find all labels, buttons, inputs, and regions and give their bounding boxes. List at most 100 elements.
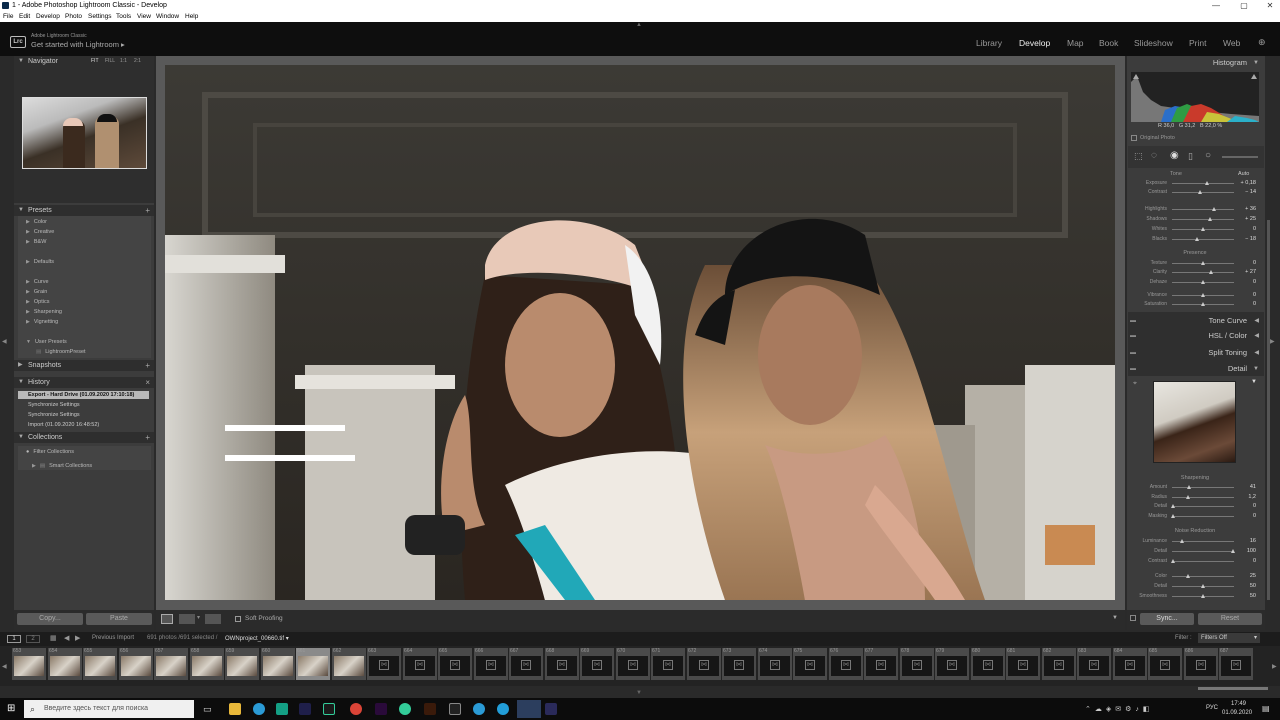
- toolbar-menu-icon[interactable]: ▼: [1112, 615, 1118, 621]
- filmstrip-cell[interactable]: 665 ⋈: [438, 648, 472, 680]
- slider-value[interactable]: 0: [1234, 301, 1256, 307]
- filter-select[interactable]: Filters Off ▾: [1198, 633, 1260, 643]
- slider-value[interactable]: 41: [1234, 484, 1256, 490]
- chrome-icon[interactable]: [350, 703, 362, 715]
- zoom-2-1[interactable]: 2:1: [134, 56, 141, 67]
- slider-track[interactable]: [1172, 272, 1234, 273]
- filmstrip-cell[interactable]: 673 ⋈: [722, 648, 756, 680]
- preset-group-bw[interactable]: ▶ B&W: [26, 239, 46, 245]
- edge-icon[interactable]: [253, 703, 265, 715]
- slider-value[interactable]: 0: [1234, 260, 1256, 266]
- tone-curve-header[interactable]: ▬ Tone Curve ◀: [1130, 315, 1263, 327]
- filmstrip-cell[interactable]: 676 ⋈: [829, 648, 863, 680]
- history-item[interactable]: Import (01.09.2020 16:48:52): [18, 421, 149, 429]
- main-photo[interactable]: [165, 65, 1115, 600]
- menu-edit[interactable]: Edit: [19, 11, 30, 22]
- notifications-icon[interactable]: ▤: [1262, 704, 1270, 713]
- split-toning-header[interactable]: ▬ Split Toning ◀: [1130, 347, 1263, 359]
- slider-knob[interactable]: [1171, 504, 1175, 508]
- dropdown-arrow-icon[interactable]: ▾: [197, 614, 200, 621]
- reset-button[interactable]: Reset: [1198, 613, 1262, 625]
- sync-toggle[interactable]: [1130, 615, 1136, 621]
- slider-track[interactable]: [1172, 561, 1234, 562]
- slider-value[interactable]: + 25: [1234, 216, 1256, 222]
- original-photo-checkbox[interactable]: [1131, 135, 1137, 141]
- clock-time[interactable]: 17:49: [1231, 701, 1246, 707]
- filmstrip-cell[interactable]: 663 ⋈: [367, 648, 401, 680]
- minimize-button[interactable]: —: [1208, 0, 1224, 11]
- close-button[interactable]: ✕: [1262, 0, 1278, 11]
- help-icon[interactable]: ⊕: [1258, 37, 1266, 48]
- filmstrip-cell[interactable]: 668 ⋈: [545, 648, 579, 680]
- slider-track[interactable]: [1172, 515, 1234, 517]
- filmstrip-cell[interactable]: 664 ⋈: [403, 648, 437, 680]
- slider-knob[interactable]: [1187, 485, 1191, 489]
- slider-knob[interactable]: [1198, 190, 1202, 194]
- zoom-fill[interactable]: FILL: [105, 56, 115, 67]
- hsl-color-header[interactable]: ▬ HSL / Color ◀: [1130, 330, 1263, 342]
- slider-knob[interactable]: [1201, 280, 1205, 284]
- slider-knob[interactable]: [1201, 261, 1205, 265]
- filmstrip-cell[interactable]: 670 ⋈: [616, 648, 650, 680]
- filmstrip-cell[interactable]: 672 ⋈: [687, 648, 721, 680]
- source-label[interactable]: Previous Import: [92, 635, 134, 641]
- slider-knob[interactable]: [1212, 207, 1216, 211]
- tray-icons[interactable]: ⌃☁◈✉⚙♪◧: [1085, 705, 1154, 713]
- app-icon-3[interactable]: [276, 703, 288, 715]
- windows-start-icon[interactable]: ⊞: [7, 703, 15, 714]
- module-map[interactable]: Map: [1067, 38, 1084, 48]
- slider-knob[interactable]: [1209, 270, 1213, 274]
- slider-knob[interactable]: [1195, 237, 1199, 241]
- lightroom-taskbar-icon[interactable]: [517, 700, 541, 718]
- app-icon-14[interactable]: [545, 703, 557, 715]
- slider-track[interactable]: [1172, 239, 1234, 240]
- sync-button[interactable]: Sync...: [1140, 613, 1194, 625]
- filmstrip-cell[interactable]: 680 ⋈: [971, 648, 1005, 680]
- filmstrip-cell[interactable]: 669 ⋈: [580, 648, 614, 680]
- filmstrip-cell[interactable]: 682 ⋈: [1042, 648, 1076, 680]
- filmstrip-cell[interactable]: 662: [332, 648, 366, 680]
- shadow-clipping-icon[interactable]: [1133, 74, 1139, 79]
- detail-preview-toggle-icon[interactable]: ▼: [1251, 379, 1257, 385]
- slider-value[interactable]: 50: [1234, 583, 1256, 589]
- slider-knob[interactable]: [1201, 293, 1205, 297]
- slider-knob[interactable]: [1186, 574, 1190, 578]
- preset-group-defaults[interactable]: ▶ Defaults: [26, 259, 54, 265]
- slider-knob[interactable]: [1208, 217, 1212, 221]
- loupe-view-icon[interactable]: [161, 614, 173, 624]
- get-started-link[interactable]: Get started with Lightroom ▸: [31, 40, 125, 49]
- filmstrip-cell[interactable]: 653: [12, 648, 46, 680]
- navigator-header[interactable]: ▼ Navigator FIT FILL 1:1 2:1: [14, 56, 154, 67]
- collapse-bottom-icon[interactable]: ▼: [636, 690, 642, 696]
- slider-track[interactable]: [1172, 183, 1234, 184]
- red-eye-icon[interactable]: ◉: [1170, 150, 1179, 161]
- maximize-button[interactable]: ▢: [1236, 0, 1252, 11]
- menu-window[interactable]: Window: [156, 11, 179, 22]
- filmstrip-cell[interactable]: 684 ⋈: [1113, 648, 1147, 680]
- preset-group-user[interactable]: ▼ User Presets: [26, 339, 67, 345]
- copy-button[interactable]: Copy...: [17, 613, 83, 625]
- filter-collections[interactable]: ● Filter Collections: [26, 449, 74, 455]
- slider-track[interactable]: [1172, 506, 1234, 507]
- history-header[interactable]: ▼ History ×: [14, 377, 154, 388]
- menu-tools[interactable]: Tools: [116, 11, 131, 22]
- slider-track[interactable]: [1172, 209, 1234, 210]
- slider-track[interactable]: [1172, 487, 1234, 488]
- preset-group-color[interactable]: ▶ Color: [26, 219, 47, 225]
- before-after-icon[interactable]: [179, 614, 195, 624]
- brush-tool-icon[interactable]: [1222, 156, 1258, 158]
- menu-file[interactable]: File: [3, 11, 13, 22]
- preset-lightroompreset[interactable]: ▤ LightroomPreset: [36, 349, 86, 355]
- module-library[interactable]: Library: [976, 38, 1002, 48]
- menu-help[interactable]: Help: [185, 11, 198, 22]
- crop-tool-icon[interactable]: ⬚: [1134, 151, 1143, 162]
- slider-track[interactable]: [1172, 551, 1234, 552]
- slider-value[interactable]: + 36: [1234, 206, 1256, 212]
- slider-knob[interactable]: [1201, 302, 1205, 306]
- filmstrip-left-arrow-icon[interactable]: ◀: [2, 663, 7, 670]
- slider-knob[interactable]: [1201, 227, 1205, 231]
- collections-header[interactable]: ▼ Collections +: [14, 432, 154, 443]
- history-item[interactable]: Export - Hard Drive (01.09.2020 17:10:18…: [18, 391, 149, 399]
- module-slideshow[interactable]: Slideshow: [1134, 38, 1173, 48]
- slider-track[interactable]: [1172, 496, 1234, 498]
